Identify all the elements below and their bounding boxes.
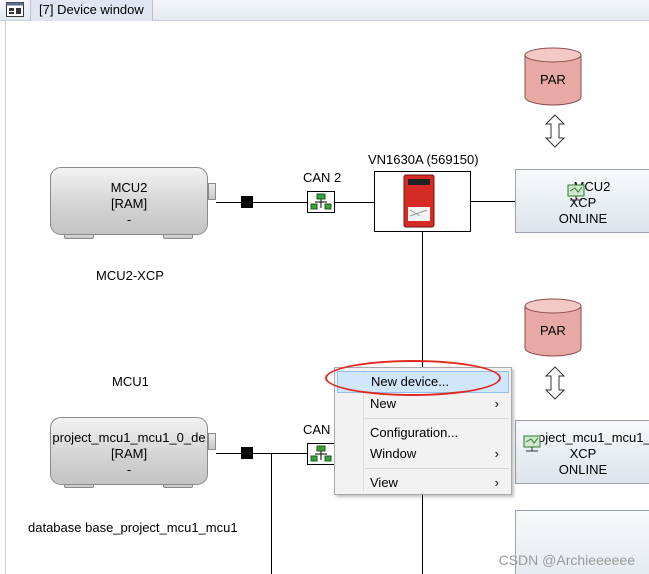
- menu-item-new[interactable]: New ›: [337, 393, 509, 415]
- vn1630a-interface[interactable]: [374, 171, 471, 232]
- interface-down-line: [422, 232, 423, 367]
- bottom-bus-drop: [271, 453, 272, 574]
- menu-item-configuration[interactable]: Configuration...: [337, 422, 509, 444]
- network-icon: [310, 193, 332, 210]
- device-window-icon: [6, 2, 24, 17]
- vn1630a-device-icon: [403, 174, 435, 228]
- top-bus-line: [216, 202, 374, 203]
- menu-item-window[interactable]: Window ›: [337, 443, 509, 465]
- mcu2-caption: MCU2-XCP: [96, 268, 164, 283]
- mcu1-device[interactable]: project_mcu1_mcu1_0_de [RAM] -: [50, 417, 208, 485]
- menu-item-label: Window: [370, 446, 417, 461]
- window-left-border: [5, 21, 6, 574]
- interface-xcp-line: [471, 201, 515, 202]
- xcp-top-device[interactable]: MCU2 XCP ONLINE: [515, 169, 649, 233]
- mcu2-memory: [RAM]: [110, 196, 148, 211]
- submenu-arrow-icon: ›: [494, 396, 499, 411]
- par-top-label: PAR: [540, 72, 566, 87]
- submenu-arrow-icon: ›: [494, 475, 499, 490]
- window-title[interactable]: [7] Device window: [30, 0, 153, 21]
- xcp-top-state: ONLINE: [558, 211, 608, 226]
- can-top-label: CAN 2: [303, 170, 342, 185]
- menu-separator: [365, 468, 509, 469]
- xcp-network-icon: [567, 184, 585, 201]
- xcp-network-icon: [523, 435, 541, 452]
- updown-arrow-icon: [544, 366, 566, 400]
- interface-label: VN1630A (569150): [368, 152, 479, 167]
- updown-arrow-icon: [544, 114, 566, 148]
- top-bus-node: [241, 196, 253, 208]
- mcu2-dash: -: [126, 212, 132, 227]
- mcu1-section-label: MCU1: [112, 374, 149, 389]
- window-title-bar: [7] Device window: [0, 0, 649, 21]
- menu-item-label: Configuration...: [370, 425, 459, 440]
- mcu1-memory: [RAM]: [110, 446, 148, 461]
- menu-item-view[interactable]: View ›: [337, 472, 509, 494]
- menu-item-label: View: [370, 475, 398, 490]
- menu-separator: [365, 418, 509, 419]
- watermark: CSDN @Archieeeeee: [498, 552, 635, 568]
- network-icon: [310, 445, 332, 462]
- can-top-channel[interactable]: [307, 191, 335, 213]
- can-bottom-channel[interactable]: [307, 443, 335, 465]
- mcu1-caption: database base_project_mcu1_mcu1: [28, 520, 238, 535]
- interface-down-line-lower: [422, 495, 423, 574]
- menu-item-label: New: [370, 396, 397, 411]
- par-bottom-label: PAR: [540, 323, 566, 338]
- xcp-bottom-device[interactable]: oject_mcu1_mcu1_ XCP ONLINE: [515, 420, 649, 484]
- xcp-bottom-state: ONLINE: [558, 462, 608, 477]
- mcu1-name: project_mcu1_mcu1_0_de: [52, 430, 206, 445]
- mcu1-dash: -: [126, 462, 132, 477]
- bottom-bus-node: [241, 447, 253, 459]
- submenu-arrow-icon: ›: [494, 446, 499, 461]
- highlight-ellipse: [325, 360, 501, 396]
- mcu2-device[interactable]: MCU2 [RAM] -: [50, 167, 208, 235]
- mcu2-port: [208, 183, 216, 200]
- mcu1-port: [208, 433, 216, 450]
- mcu2-name: MCU2: [110, 180, 148, 195]
